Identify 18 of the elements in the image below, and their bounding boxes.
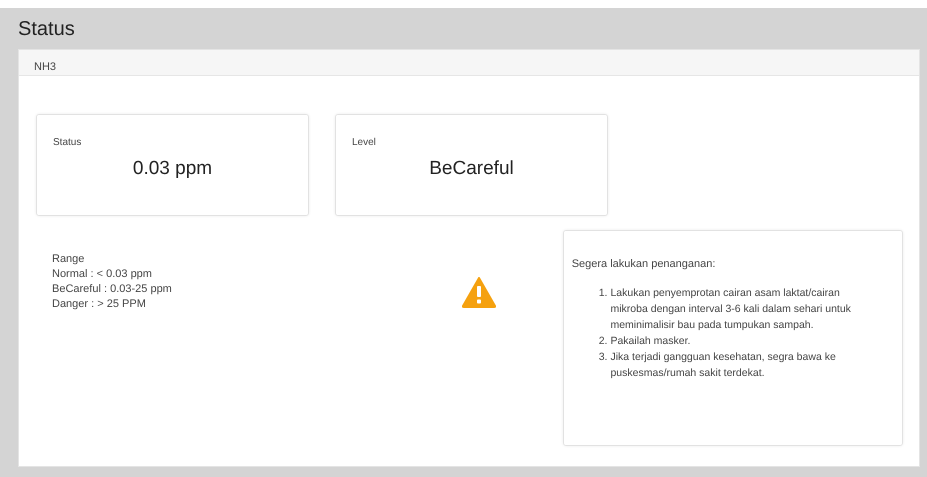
tile-label: Status bbox=[53, 137, 82, 148]
step-number: 2. bbox=[598, 334, 608, 349]
range-line: Normal : < 0.03 ppm bbox=[52, 267, 152, 281]
warning-icon bbox=[462, 277, 496, 308]
step-text: Jika terjadi gangguan kesehatan, segra bawa ke puskesmas/rumah sakit terdekat. bbox=[610, 350, 837, 381]
range-title: Range bbox=[52, 252, 84, 266]
range-line: Danger : > 25 PPM bbox=[52, 297, 146, 311]
step-text: Lakukan penyemprotan cairan asam laktat/cairan mikroba dengan interval 3-6 kali dalam sehari untuk meminimalisir bau pada tumpukan sampah. bbox=[610, 286, 852, 333]
card-header-title: NH3 bbox=[34, 61, 56, 73]
step-number: 3. bbox=[598, 350, 608, 365]
step-number: 1. bbox=[598, 286, 608, 301]
tile-value: 0.03 ppm bbox=[132, 158, 212, 180]
tile-label: Level bbox=[352, 137, 376, 148]
range-line: BeCareful : 0.03-25 ppm bbox=[52, 282, 172, 296]
page-title: Status bbox=[18, 18, 75, 41]
tile-value: BeCareful bbox=[429, 158, 514, 180]
step-text: Pakailah masker. bbox=[610, 334, 692, 349]
advice-title: Segera lakukan penanganan: bbox=[572, 257, 716, 271]
